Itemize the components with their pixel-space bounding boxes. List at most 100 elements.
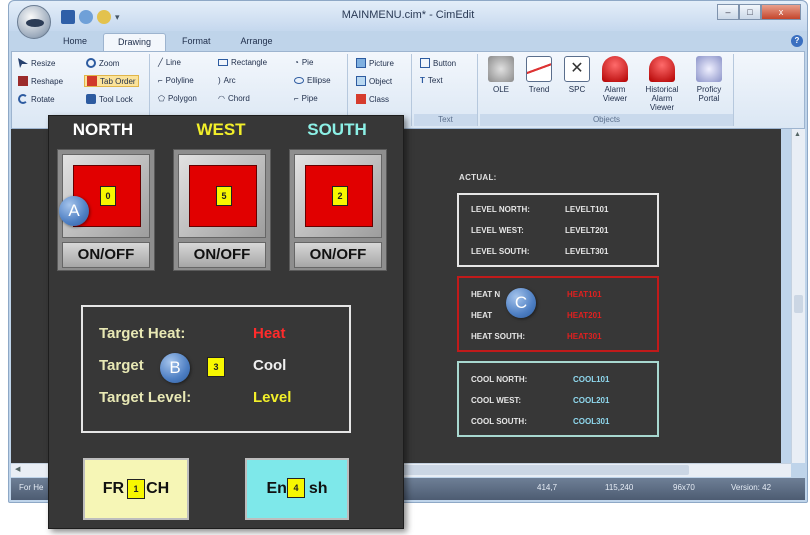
level-west-value: LEVELT201 [565, 226, 609, 235]
heat-west-label: HEAT [471, 311, 493, 320]
proficy-portal-icon [696, 56, 722, 82]
picture-label: Picture [369, 58, 394, 68]
cool-box[interactable]: COOL NORTH: COOL101 COOL WEST: COOL201 C… [457, 361, 659, 437]
close-button[interactable]: x [761, 4, 801, 20]
button-tool[interactable]: Button [420, 58, 456, 68]
historical-alarm-icon [649, 56, 675, 82]
minimize-button[interactable]: – [717, 4, 739, 20]
target-tab-order: 3 [207, 357, 225, 377]
spc-button[interactable]: ✕ SPC [558, 56, 596, 94]
pie-icon: ◔ [294, 58, 299, 67]
tab-order-button[interactable]: Tab Order [84, 75, 139, 87]
resize-label: Resize [31, 58, 56, 68]
objects-group-label: Objects [480, 114, 733, 126]
polyline-tool[interactable]: ⌐ Polyline [158, 76, 194, 85]
west-switch[interactable]: 5 ON/OFF [173, 149, 271, 271]
resize-button[interactable]: Resize [18, 58, 55, 68]
rotate-icon [18, 94, 28, 104]
polygon-tool[interactable]: ⬠ Polygon [158, 94, 197, 103]
north-onoff-button[interactable]: ON/OFF [62, 242, 150, 268]
rotate-button[interactable]: Rotate [18, 94, 55, 104]
alarm-viewer-icon [602, 56, 628, 82]
tab-format[interactable]: Format [168, 33, 225, 51]
object-icon [356, 76, 366, 86]
south-switch-face: 2 [294, 154, 382, 238]
ellipse-tool[interactable]: Ellipse [294, 76, 331, 85]
chord-tool[interactable]: ◠ Chord [218, 94, 250, 103]
level-west-label: LEVEL WEST: [471, 226, 524, 235]
zoom-button[interactable]: Zoom [86, 58, 119, 68]
vertical-scrollbar[interactable]: ▲ [791, 129, 805, 463]
scroll-left-icon[interactable]: ◀ [15, 465, 20, 473]
help-icon[interactable]: ? [791, 35, 803, 47]
scroll-up-icon[interactable]: ▲ [794, 131, 801, 138]
south-onoff-button[interactable]: ON/OFF [294, 242, 382, 268]
class-button[interactable]: Class [356, 94, 389, 104]
actual-label: ACTUAL: [459, 173, 497, 182]
line-label: Line [165, 58, 181, 67]
historical-alarm-viewer-button[interactable]: Historical Alarm Viewer [640, 56, 684, 112]
cool-west-label: COOL WEST: [471, 396, 522, 405]
rectangle-tool[interactable]: Rectangle [218, 58, 267, 67]
ole-button[interactable]: OLE [482, 56, 520, 94]
window-title: MAINMENU.cim* - CimEdit [341, 9, 475, 21]
rectangle-label: Rectangle [231, 58, 268, 67]
pipe-tool[interactable]: ⌐ Pipe [294, 94, 318, 103]
heat-north-value: HEAT101 [567, 290, 602, 299]
south-switch[interactable]: 2 ON/OFF [289, 149, 387, 271]
line-tool[interactable]: ╱ Line [158, 58, 181, 67]
cool-north-value: COOL101 [573, 375, 610, 384]
trend-button[interactable]: Trend [520, 56, 558, 94]
target-level-value[interactable]: Level [253, 389, 291, 406]
south-tab-order: 2 [332, 186, 348, 206]
french-label-right: CH [146, 480, 170, 497]
tab-arrange[interactable]: Arrange [227, 33, 287, 51]
runtime-panel: NORTH WEST SOUTH 0 ON/OFF 5 ON/OFF 2 ON/… [48, 115, 404, 529]
vertical-scroll-thumb[interactable] [794, 295, 803, 313]
line-icon: ╱ [158, 58, 163, 67]
ellipse-icon [294, 77, 304, 84]
text-group-label: Text [414, 114, 477, 126]
picture-icon [356, 58, 366, 68]
arc-tool[interactable]: ) Arc [218, 76, 236, 85]
cool-south-value: COOL301 [573, 417, 610, 426]
tool-lock-label: Tool Lock [99, 94, 133, 104]
class-label: Class [369, 94, 390, 104]
object-button[interactable]: Object [356, 76, 392, 86]
maximize-button[interactable]: □ [739, 4, 761, 20]
pie-tool[interactable]: ◔ Pie [294, 58, 313, 67]
object-label: Object [369, 76, 393, 86]
text-tool[interactable]: T Text [420, 76, 443, 85]
target-cool-value[interactable]: Cool [253, 357, 286, 374]
level-box[interactable]: LEVEL NORTH: LEVELT101 LEVEL WEST: LEVEL… [457, 193, 659, 267]
cool-west-value: COOL201 [573, 396, 610, 405]
target-heat-value[interactable]: Heat [253, 325, 286, 342]
picture-button[interactable]: Picture [356, 58, 394, 68]
reshape-label: Reshape [31, 76, 64, 86]
french-tab-order: 1 [127, 479, 145, 499]
rotate-label: Rotate [31, 94, 55, 104]
pie-label: Pie [301, 58, 314, 67]
west-onoff-button[interactable]: ON/OFF [178, 242, 266, 268]
spc-icon: ✕ [564, 56, 590, 82]
alarm-viewer-button[interactable]: Alarm Viewer [596, 56, 634, 103]
polyline-label: Polyline [165, 76, 194, 85]
reshape-button[interactable]: Reshape [18, 76, 63, 86]
tab-home[interactable]: Home [49, 33, 101, 51]
heat-box[interactable]: HEAT N HEAT101 HEAT HEAT201 HEAT SOUTH: … [457, 276, 659, 352]
application-button[interactable] [17, 5, 51, 39]
proficy-portal-button[interactable]: Proficy Portal [690, 56, 728, 103]
spc-label: SPC [568, 85, 586, 94]
tab-drawing[interactable]: Drawing [103, 33, 167, 51]
text-icon: T [420, 76, 425, 85]
polyline-icon: ⌐ [158, 76, 163, 85]
chord-icon: ◠ [218, 94, 225, 103]
tool-lock-button[interactable]: Tool Lock [86, 94, 133, 104]
target-heat-label: Target Heat: [99, 325, 186, 342]
window-controls: – □ x [717, 4, 801, 20]
callout-b: B [160, 353, 190, 383]
north-label: NORTH [72, 120, 134, 139]
tab-order-icon [87, 76, 97, 86]
heat-north-label: HEAT N [471, 290, 501, 299]
west-tab-order: 5 [216, 186, 232, 206]
